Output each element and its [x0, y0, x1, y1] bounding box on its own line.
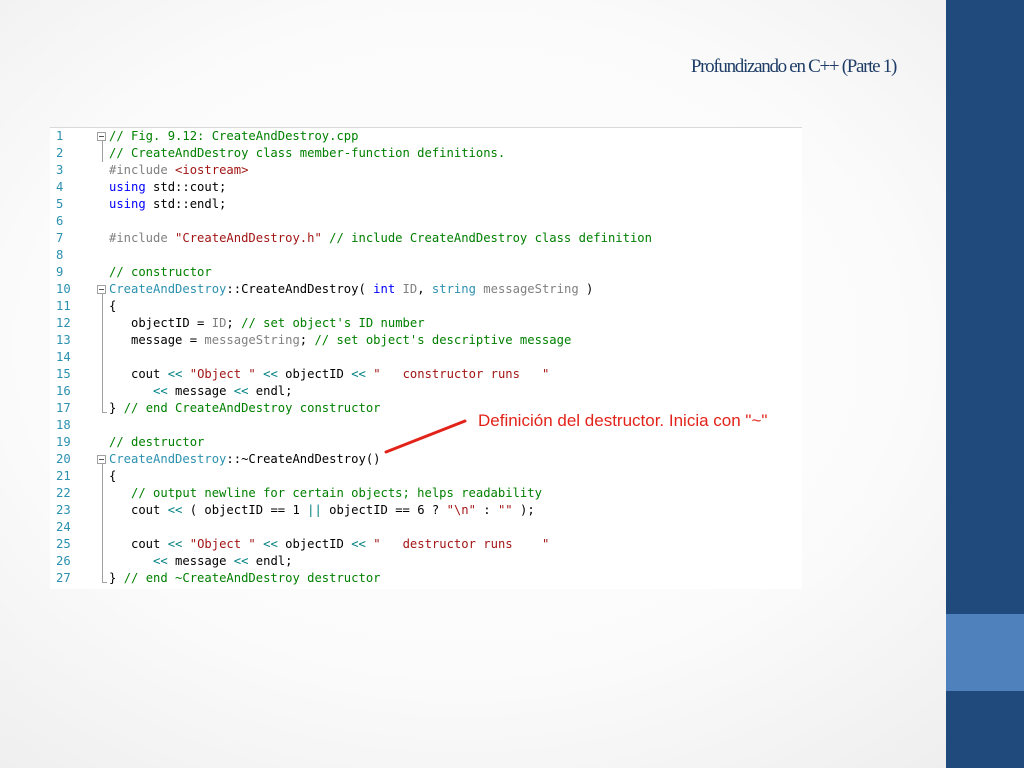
- annotation-arrow-line: [384, 419, 467, 454]
- annotation-arrow: [384, 419, 467, 454]
- destructor-annotation: Definición del destructor. Inicia con "~…: [478, 411, 768, 430]
